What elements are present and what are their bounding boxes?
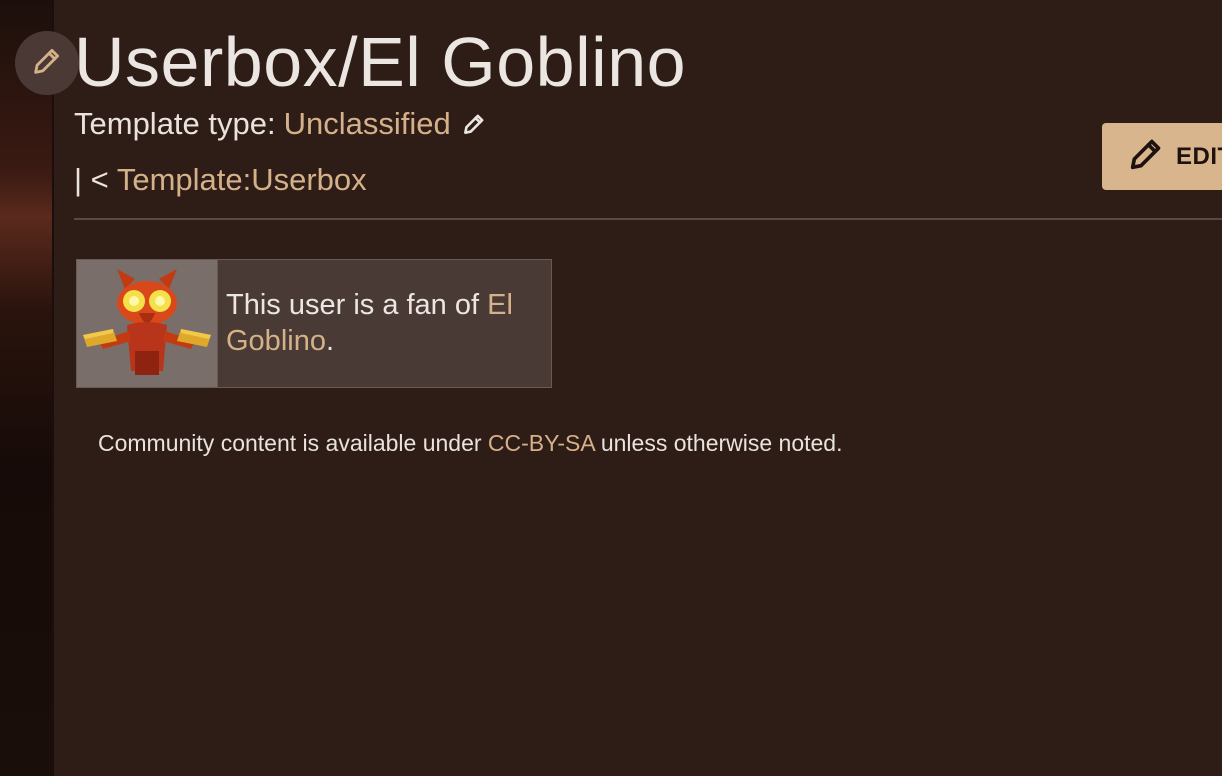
- breadcrumb: | < Template:Userbox: [74, 162, 367, 198]
- userbox: This user is a fan of El Goblino.: [76, 259, 552, 388]
- footer-suffix: unless otherwise noted.: [594, 430, 843, 456]
- left-sidebar-rail: [0, 0, 54, 776]
- el-goblino-image[interactable]: [77, 260, 218, 387]
- userbox-text: This user is a fan of El Goblino.: [218, 260, 551, 387]
- template-type-line: Template type: Unclassified: [74, 106, 487, 142]
- footer-prefix: Community content is available under: [98, 430, 488, 456]
- template-type-label: Template type:: [74, 106, 276, 141]
- license-footer: Community content is available under CC-…: [98, 430, 843, 457]
- edit-template-type-icon[interactable]: [461, 111, 487, 137]
- userbox-text-prefix: This user is a fan of: [226, 289, 488, 321]
- edit-button-label: EDIT: [1176, 142, 1222, 170]
- page-title: Userbox/El Goblino: [74, 23, 687, 101]
- breadcrumb-parent-link[interactable]: Template:Userbox: [117, 162, 367, 197]
- userbox-text-suffix: .: [325, 325, 335, 357]
- pencil-icon: [1126, 134, 1166, 179]
- header-divider: [74, 218, 1222, 220]
- breadcrumb-prefix: | <: [74, 162, 117, 197]
- edit-button[interactable]: EDIT: [1102, 123, 1222, 190]
- template-type-link[interactable]: Unclassified: [284, 106, 451, 142]
- license-link[interactable]: CC-BY-SA: [488, 430, 595, 456]
- floating-edit-button[interactable]: [15, 31, 79, 95]
- pencil-icon: [30, 44, 64, 83]
